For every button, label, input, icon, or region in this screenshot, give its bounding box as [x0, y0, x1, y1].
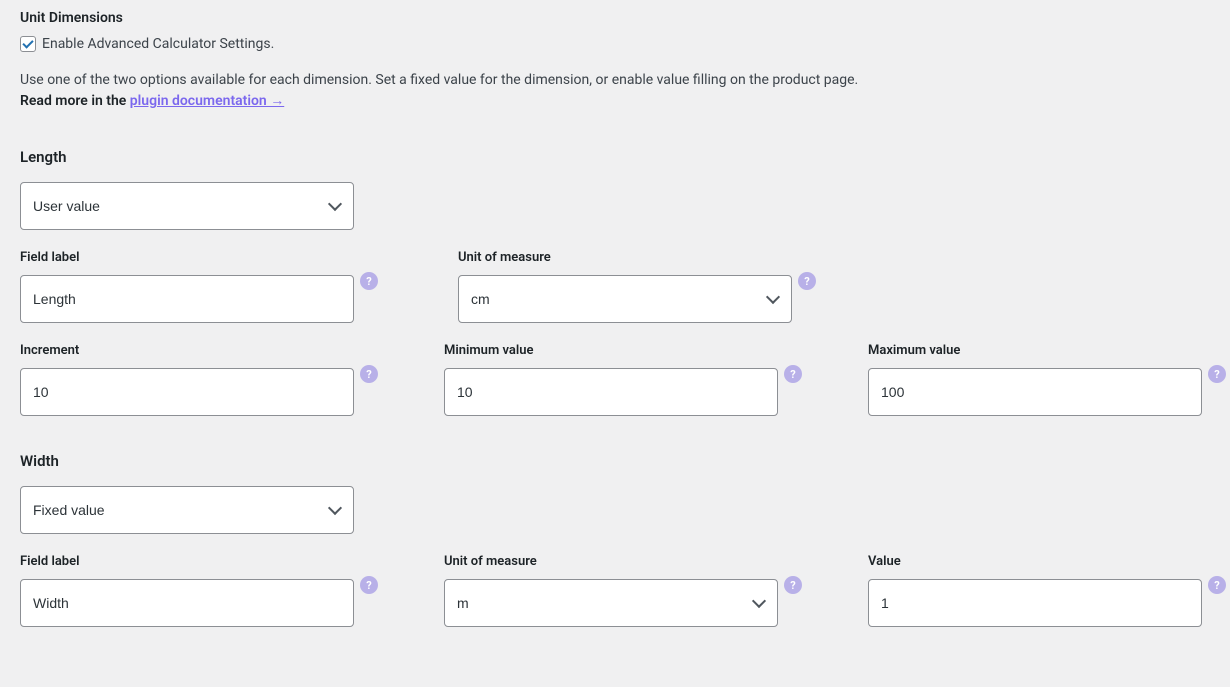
width-unit-label: Unit of measure [444, 554, 786, 569]
width-value-input[interactable] [868, 579, 1202, 627]
help-icon[interactable]: ? [784, 576, 802, 594]
width-field-label-col: Field label ? [20, 554, 362, 627]
length-increment-input[interactable] [20, 368, 354, 416]
help-icon[interactable]: ? [360, 576, 378, 594]
description-text: Use one of the two options available for… [20, 70, 1210, 112]
enable-advanced-checkbox[interactable] [20, 36, 36, 52]
width-value-col: Value ? [868, 554, 1210, 627]
width-heading: Width [20, 452, 1210, 470]
width-value-label: Value [868, 554, 1210, 569]
length-field-label-label: Field label [20, 250, 376, 265]
plugin-documentation-link[interactable]: plugin documentation → [130, 93, 284, 109]
length-unit-label: Unit of measure [458, 250, 814, 265]
description-bold: Read more in the plugin documentation → [20, 93, 284, 109]
length-increment-col: Increment ? [20, 343, 362, 416]
length-type-select[interactable]: User value [20, 182, 354, 230]
help-icon[interactable]: ? [1208, 365, 1226, 383]
length-heading: Length [20, 148, 1210, 166]
help-icon[interactable]: ? [784, 365, 802, 383]
width-field-label-input[interactable] [20, 579, 354, 627]
length-field-label-input[interactable] [20, 275, 354, 323]
length-increment-label: Increment [20, 343, 362, 358]
help-icon[interactable]: ? [360, 365, 378, 383]
width-unit-select[interactable]: m [444, 579, 778, 627]
width-unit-col: Unit of measure m ? [444, 554, 786, 627]
length-unit-select[interactable]: cm [458, 275, 792, 323]
help-icon[interactable]: ? [798, 272, 816, 290]
length-min-input[interactable] [444, 368, 778, 416]
help-icon[interactable]: ? [1208, 576, 1226, 594]
length-max-input[interactable] [868, 368, 1202, 416]
width-field-label-label: Field label [20, 554, 362, 569]
length-unit-col: Unit of measure cm ? [458, 250, 814, 323]
width-type-select[interactable]: Fixed value [20, 486, 354, 534]
section-title: Unit Dimensions [20, 10, 1210, 26]
length-field-label-col: Field label ? [20, 250, 376, 323]
enable-advanced-row: Enable Advanced Calculator Settings. [20, 36, 1210, 52]
length-min-col: Minimum value ? [444, 343, 786, 416]
length-min-label: Minimum value [444, 343, 786, 358]
enable-advanced-label: Enable Advanced Calculator Settings. [42, 36, 274, 52]
description-prefix: Use one of the two options available for… [20, 72, 858, 88]
length-max-col: Maximum value ? [868, 343, 1210, 416]
help-icon[interactable]: ? [360, 272, 378, 290]
length-max-label: Maximum value [868, 343, 1210, 358]
